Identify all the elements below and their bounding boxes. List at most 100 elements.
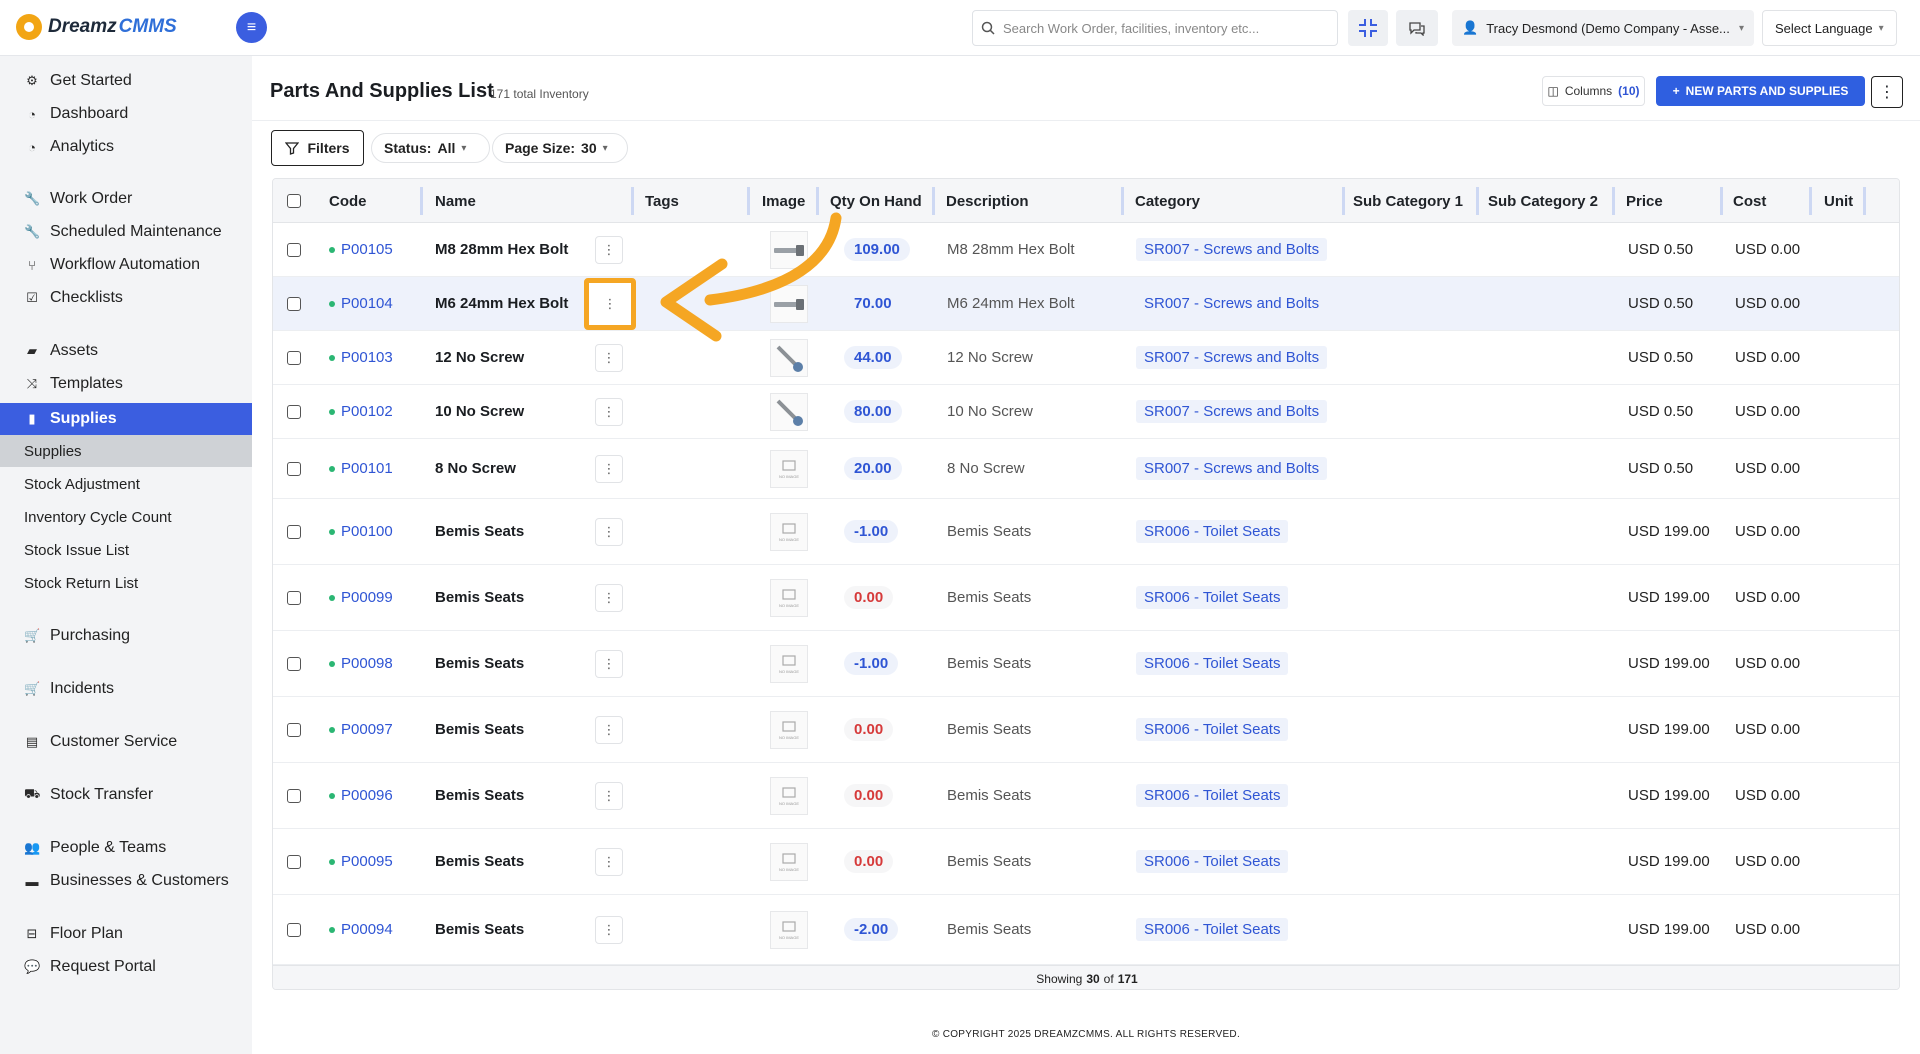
sidebar-item-purchasing[interactable]: 🛒 Purchasing (0, 620, 252, 652)
part-image[interactable]: NO IMAGE (770, 776, 808, 815)
column-resizer[interactable] (1863, 187, 1866, 215)
table-row[interactable]: P00103 12 No Screw ⋮ 44.00 12 No Screw SR007 … (273, 331, 1899, 385)
column-resizer[interactable] (631, 187, 634, 215)
code-link[interactable]: P00104 (341, 295, 393, 312)
sidebar-item-templates[interactable]: ⤨ Templates (0, 368, 252, 400)
row-checkbox[interactable] (287, 242, 301, 257)
category-tag[interactable]: SR007 - Screws and Bolts (1136, 346, 1328, 369)
col-tags[interactable]: Tags (645, 179, 679, 223)
part-image[interactable]: NO IMAGE (770, 910, 808, 949)
column-resizer[interactable] (1612, 187, 1615, 215)
code-link[interactable]: P00095 (341, 853, 393, 870)
language-select[interactable]: Select Language ▾ (1762, 10, 1897, 46)
row-checkbox[interactable] (287, 922, 301, 937)
row-actions-button[interactable]: ⋮ (595, 649, 623, 678)
col-category[interactable]: Category (1135, 179, 1200, 223)
sidebar-subitem-inventory-cycle-count[interactable]: Inventory Cycle Count (0, 501, 252, 533)
part-image[interactable] (770, 230, 808, 269)
part-image[interactable] (770, 392, 808, 431)
col-subcategory-2[interactable]: Sub Category 2 (1488, 179, 1598, 223)
row-actions-button[interactable]: ⋮ (595, 454, 623, 483)
category-tag[interactable]: SR006 - Toilet Seats (1136, 586, 1289, 609)
sidebar-item-businesses-customers[interactable]: ▬ Businesses & Customers (0, 865, 252, 897)
row-actions-button[interactable]: ⋮ (595, 517, 623, 546)
code-link[interactable]: P00098 (341, 655, 393, 672)
row-checkbox[interactable] (287, 461, 301, 476)
table-row[interactable]: P00098 Bemis Seats ⋮ NO IMAGE -1.00 Bemis Sea… (273, 631, 1899, 697)
sidebar-subitem-stock-return-list[interactable]: Stock Return List (0, 567, 252, 599)
table-row[interactable]: P00097 Bemis Seats ⋮ NO IMAGE 0.00 Bemis Seat… (273, 697, 1899, 763)
row-checkbox[interactable] (287, 788, 301, 803)
row-actions-button[interactable]: ⋮ (595, 781, 623, 810)
part-image[interactable]: NO IMAGE (770, 578, 808, 617)
col-description[interactable]: Description (946, 179, 1029, 223)
category-tag[interactable]: SR006 - Toilet Seats (1136, 520, 1289, 543)
category-tag[interactable]: SR007 - Screws and Bolts (1136, 457, 1328, 480)
sidebar-subitem-supplies[interactable]: Supplies (0, 435, 252, 467)
table-row[interactable]: P00102 10 No Screw ⋮ 80.00 10 No Screw SR007 … (273, 385, 1899, 439)
category-tag[interactable]: SR007 - Screws and Bolts (1136, 400, 1328, 423)
row-actions-button[interactable]: ⋮ (595, 397, 623, 426)
code-link[interactable]: P00099 (341, 589, 393, 606)
row-checkbox[interactable] (287, 656, 301, 671)
column-resizer[interactable] (932, 187, 935, 215)
sidebar-item-workflow-automation[interactable]: ⑂ Workflow Automation (0, 249, 252, 281)
columns-button[interactable]: ◫ Columns (10) (1542, 76, 1645, 106)
sidebar-item-work-order[interactable]: 🔧 Work Order (0, 183, 252, 215)
sidebar-subitem-stock-adjustment[interactable]: Stock Adjustment (0, 468, 252, 500)
part-image[interactable]: NO IMAGE (770, 710, 808, 749)
column-resizer[interactable] (816, 187, 819, 215)
category-tag[interactable]: SR006 - Toilet Seats (1136, 850, 1289, 873)
table-row[interactable]: P00095 Bemis Seats ⋮ NO IMAGE 0.00 Bemis Seat… (273, 829, 1899, 895)
column-resizer[interactable] (1476, 187, 1479, 215)
code-link[interactable]: P00103 (341, 349, 393, 366)
table-row[interactable]: P00105 M8 28mm Hex Bolt ⋮ 109.00 M8 28mm Hex… (273, 223, 1899, 277)
code-link[interactable]: P00105 (341, 241, 393, 258)
checkbox[interactable] (287, 194, 301, 208)
category-tag[interactable]: SR007 - Screws and Bolts (1136, 292, 1328, 315)
code-link[interactable]: P00100 (341, 523, 393, 540)
sidebar-item-incidents[interactable]: 🛒 Incidents (0, 673, 252, 705)
col-unit[interactable]: Unit (1824, 179, 1853, 223)
code-link[interactable]: P00097 (341, 721, 393, 738)
col-name[interactable]: Name (435, 179, 476, 223)
global-search[interactable] (972, 10, 1338, 46)
column-resizer[interactable] (1342, 187, 1345, 215)
part-image[interactable]: NO IMAGE (770, 842, 808, 881)
menu-toggle-button[interactable]: ≡ (236, 12, 267, 43)
row-checkbox[interactable] (287, 854, 301, 869)
row-actions-button[interactable]: ⋮ (595, 847, 623, 876)
code-link[interactable]: P00101 (341, 460, 393, 477)
chat-button[interactable] (1396, 10, 1438, 46)
row-actions-button[interactable]: ⋮ (584, 277, 636, 330)
sidebar-item-customer-service[interactable]: ▤ Customer Service (0, 726, 252, 758)
category-tag[interactable]: SR006 - Toilet Seats (1136, 718, 1289, 741)
table-row[interactable]: P00094 Bemis Seats ⋮ NO IMAGE -2.00 Bemis Sea… (273, 895, 1899, 965)
more-options-button[interactable]: ⋮ (1871, 76, 1903, 108)
part-image[interactable]: NO IMAGE (770, 512, 808, 551)
app-logo[interactable]: Dreamz CMMS (16, 14, 177, 40)
col-cost[interactable]: Cost (1733, 179, 1766, 223)
category-tag[interactable]: SR006 - Toilet Seats (1136, 918, 1289, 941)
part-image[interactable] (770, 338, 808, 377)
status-filter[interactable]: Status: All ▾ (371, 133, 490, 163)
category-tag[interactable]: SR006 - Toilet Seats (1136, 784, 1289, 807)
row-checkbox[interactable] (287, 590, 301, 605)
col-code[interactable]: Code (329, 179, 367, 223)
sidebar-item-assets[interactable]: ▰ Assets (0, 335, 252, 367)
sidebar-item-request-portal[interactable]: 💬 Request Portal (0, 951, 252, 983)
sidebar-item-people-teams[interactable]: 👥 People & Teams (0, 832, 252, 864)
select-all-checkbox[interactable] (287, 179, 301, 223)
category-tag[interactable]: SR007 - Screws and Bolts (1136, 238, 1328, 261)
row-checkbox[interactable] (287, 722, 301, 737)
row-actions-button[interactable]: ⋮ (595, 915, 623, 944)
col-subcategory-1[interactable]: Sub Category 1 (1353, 179, 1463, 223)
code-link[interactable]: P00102 (341, 403, 393, 420)
sidebar-item-checklists[interactable]: ☑ Checklists (0, 282, 252, 314)
sidebar-item-stock-transfer[interactable]: ⛟ Stock Transfer (0, 779, 252, 811)
part-image[interactable]: NO IMAGE (770, 644, 808, 683)
compress-button[interactable] (1348, 10, 1388, 46)
sidebar-item-analytics[interactable]: ◔ Analytics (0, 131, 252, 163)
row-checkbox[interactable] (287, 350, 301, 365)
code-link[interactable]: P00094 (341, 921, 393, 938)
